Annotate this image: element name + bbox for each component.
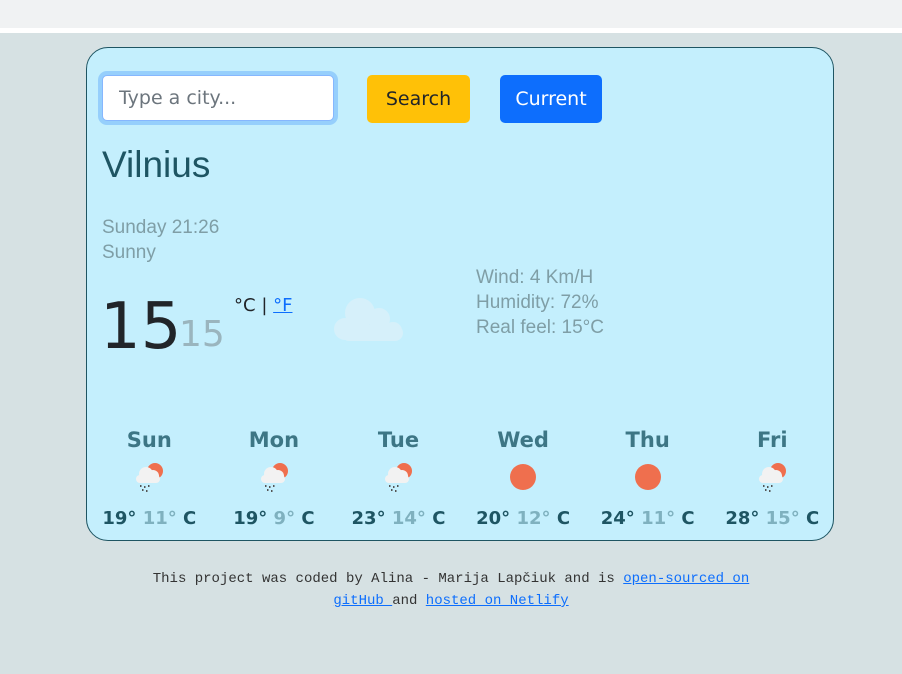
current-location-button[interactable]: Current — [500, 75, 602, 123]
footer-text: This project was coded by Alina - Marija… — [152, 571, 624, 587]
forecast: Sun 19° 11° C Mon 19° 9° C Tue 23° 14° C Wed 20… — [87, 428, 835, 529]
forecast-min-temp: 9° — [273, 508, 296, 529]
forecast-day: Thu 24° 11° C — [585, 428, 710, 529]
forecast-unit: C — [806, 508, 820, 529]
forecast-temps: 23° 14° C — [336, 508, 461, 529]
forecast-day-name: Fri — [756, 428, 788, 452]
real-feel: Real feel: 15°C — [476, 317, 604, 338]
top-divider — [0, 28, 902, 33]
search-button[interactable]: Search — [367, 75, 470, 123]
forecast-max-temp: 24° — [600, 508, 635, 529]
footer: This project was coded by Alina - Marija… — [0, 568, 902, 612]
rain-cloud-sun-icon — [710, 456, 835, 498]
forecast-day-name: Wed — [497, 428, 549, 452]
forecast-day-name: Sun — [126, 428, 172, 452]
forecast-unit: C — [301, 508, 315, 529]
forecast-day: Sun 19° 11° C — [87, 428, 212, 529]
sun-icon — [585, 456, 710, 498]
forecast-min-temp: 12° — [516, 508, 551, 529]
sun-icon — [461, 456, 586, 498]
weather-meta: Sunday 21:26 Sunny — [102, 215, 219, 265]
forecast-max-temp: 19° — [102, 508, 137, 529]
forecast-max-temp: 28° — [725, 508, 760, 529]
forecast-unit: C — [432, 508, 446, 529]
forecast-day: Mon 19° 9° C — [212, 428, 337, 529]
forecast-day-name: Mon — [248, 428, 300, 452]
forecast-min-temp: 15° — [765, 508, 800, 529]
forecast-unit: C — [556, 508, 571, 529]
weather-description: Sunny — [102, 242, 156, 263]
rain-cloud-sun-icon — [336, 456, 461, 498]
forecast-day-name: Thu — [625, 428, 670, 452]
humidity: Humidity: 72% — [476, 292, 599, 313]
browser-top-bar — [0, 0, 902, 28]
feels-like-temperature: 15 — [179, 314, 225, 355]
forecast-day-name: Tue — [377, 428, 420, 452]
city-name: Vilnius — [102, 144, 211, 185]
unit-separator: | — [261, 295, 268, 316]
forecast-min-temp: 11° — [142, 508, 177, 529]
forecast-max-temp: 23° — [351, 508, 386, 529]
date-time: Sunday 21:26 — [102, 217, 220, 238]
weather-details: Wind: 4 Km/H Humidity: 72% Real feel: 15… — [476, 265, 604, 340]
forecast-temps: 28° 15° C — [710, 508, 835, 529]
forecast-max-temp: 19° — [233, 508, 268, 529]
forecast-unit: C — [183, 508, 197, 529]
forecast-temps: 19° 11° C — [87, 508, 212, 529]
wind-speed: Wind: 4 Km/H — [476, 267, 594, 288]
forecast-day: Fri 28° 15° C — [710, 428, 835, 529]
fahrenheit-link[interactable]: °F — [273, 295, 292, 316]
forecast-min-temp: 11° — [641, 508, 676, 529]
city-search-input[interactable] — [102, 75, 334, 121]
forecast-max-temp: 20° — [476, 508, 511, 529]
rain-cloud-sun-icon — [212, 456, 337, 498]
cloud-icon — [327, 295, 407, 345]
forecast-unit: C — [681, 508, 695, 529]
current-temperature: 15 — [100, 290, 182, 364]
forecast-temps: 24° 11° C — [585, 508, 710, 529]
forecast-day: Tue 23° 14° C — [336, 428, 461, 529]
forecast-temps: 20° 12° C — [461, 508, 586, 529]
celsius-unit: °C — [234, 295, 256, 316]
forecast-temps: 19° 9° C — [212, 508, 337, 529]
forecast-min-temp: 14° — [391, 508, 426, 529]
footer-text-and: and — [392, 593, 426, 609]
weather-card: Search Current Vilnius Sunday 21:26 Sunn… — [86, 47, 834, 541]
netlify-link[interactable]: hosted on Netlify — [426, 593, 569, 609]
rain-cloud-sun-icon — [87, 456, 212, 498]
unit-toggle: °C | °F — [234, 295, 292, 316]
forecast-day: Wed 20° 12° C — [461, 428, 586, 529]
